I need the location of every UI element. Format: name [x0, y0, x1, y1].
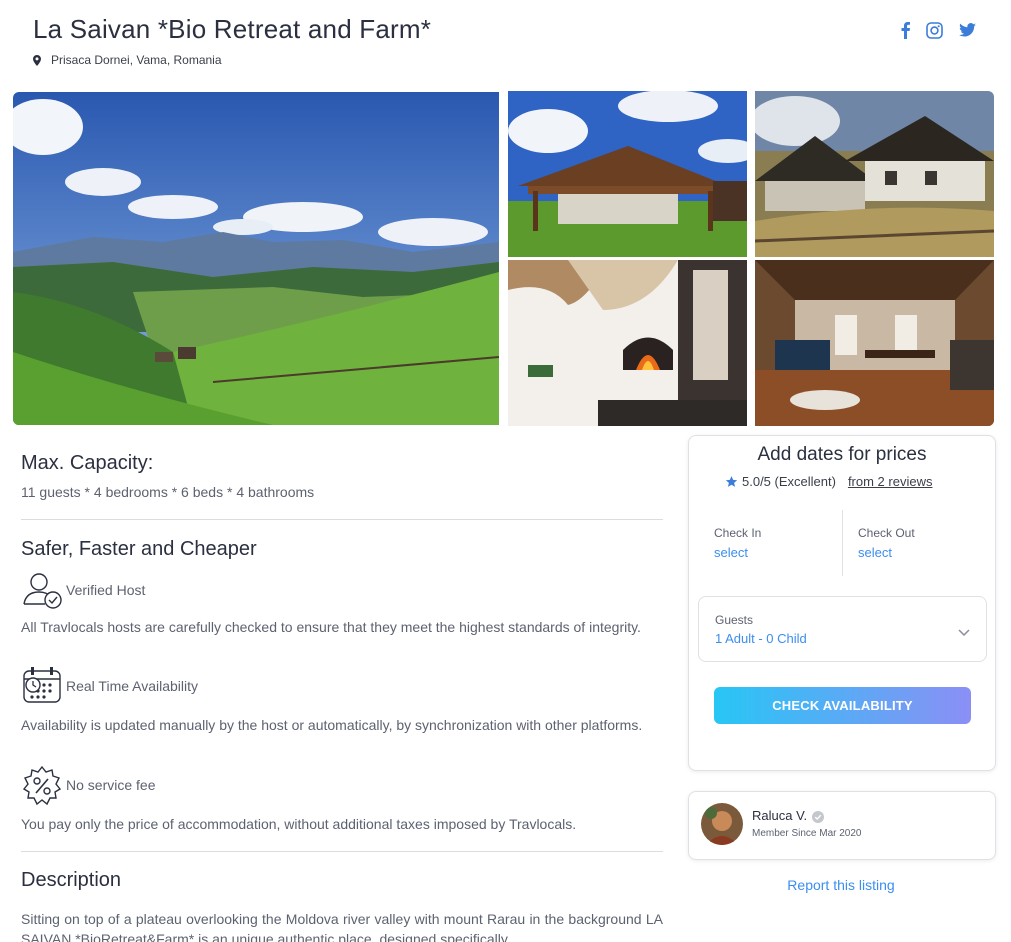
host-card[interactable]: Raluca V. Member Since Mar 2020 — [688, 791, 996, 860]
check-availability-button[interactable]: CHECK AVAILABILITY — [714, 687, 971, 724]
check-in-label: Check In — [714, 526, 762, 540]
check-out-label: Check Out — [858, 526, 915, 540]
listing-title: La Saivan *Bio Retreat and Farm* — [33, 14, 432, 44]
photo-living-room[interactable] — [755, 260, 994, 426]
feature-text-verified-host: All Travlocals hosts are carefully check… — [21, 619, 641, 635]
calendar-icon — [21, 666, 63, 706]
main-photo-valley[interactable] — [13, 92, 499, 425]
feature-text-no-fee: You pay only the price of accommodation,… — [21, 816, 577, 832]
location-text: Prisaca Dornei, Vama, Romania — [51, 53, 222, 67]
facebook-icon[interactable] — [893, 18, 917, 42]
check-out-value: select — [858, 545, 892, 560]
member-since: Member Since Mar 2020 — [752, 828, 862, 839]
avatar — [701, 803, 743, 845]
description-heading: Description — [21, 869, 122, 891]
chevron-down-icon — [958, 624, 970, 642]
report-listing-link[interactable]: Report this listing — [688, 877, 994, 893]
host-name: Raluca V. — [752, 808, 808, 823]
divider — [21, 519, 663, 520]
rating-row: 5.0/5 (Excellent) from 2 reviews — [725, 474, 932, 489]
safer-heading: Safer, Faster and Cheaper — [21, 538, 257, 560]
star-icon — [725, 475, 738, 488]
verified-host-icon — [21, 570, 65, 610]
check-in-value: select — [714, 545, 748, 560]
rating-text: 5.0/5 (Excellent) — [742, 474, 836, 489]
guests-value: 1 Adult - 0 Child — [715, 631, 807, 646]
booking-heading: Add dates for prices — [757, 444, 927, 465]
guests-label: Guests — [715, 613, 754, 627]
description-text: Sitting on top of a plateau overlooking … — [21, 911, 663, 942]
check-out-field[interactable]: Check Out select — [842, 510, 987, 576]
twitter-icon[interactable] — [955, 18, 979, 42]
verified-badge-icon — [812, 810, 825, 823]
photo-gazebo[interactable] — [508, 91, 747, 257]
map-pin-icon — [33, 54, 41, 66]
check-in-field[interactable]: Check In select — [697, 510, 842, 576]
location: Prisaca Dornei, Vama, Romania — [33, 53, 222, 67]
feature-text-real-time: Availability is updated manually by the … — [21, 717, 643, 733]
photo-houses[interactable] — [755, 91, 994, 257]
feature-title-real-time: Real Time Availability — [66, 678, 199, 694]
capacity-text: 11 guests * 4 bedrooms * 6 beds * 4 bath… — [21, 484, 315, 500]
host-name-row: Raluca V. — [752, 808, 825, 823]
feature-title-no-fee: No service fee — [66, 777, 156, 793]
feature-title-verified-host: Verified Host — [66, 582, 146, 598]
no-fee-percent-icon — [21, 765, 63, 807]
reviews-link[interactable]: from 2 reviews — [848, 474, 933, 489]
booking-card: Add dates for prices 5.0/5 (Excellent) f… — [688, 435, 996, 771]
divider — [21, 851, 663, 852]
guests-select[interactable]: Guests 1 Adult - 0 Child — [698, 596, 987, 662]
capacity-heading: Max. Capacity: — [21, 452, 154, 474]
instagram-icon[interactable] — [922, 18, 946, 42]
photo-fireplace[interactable] — [508, 260, 747, 426]
